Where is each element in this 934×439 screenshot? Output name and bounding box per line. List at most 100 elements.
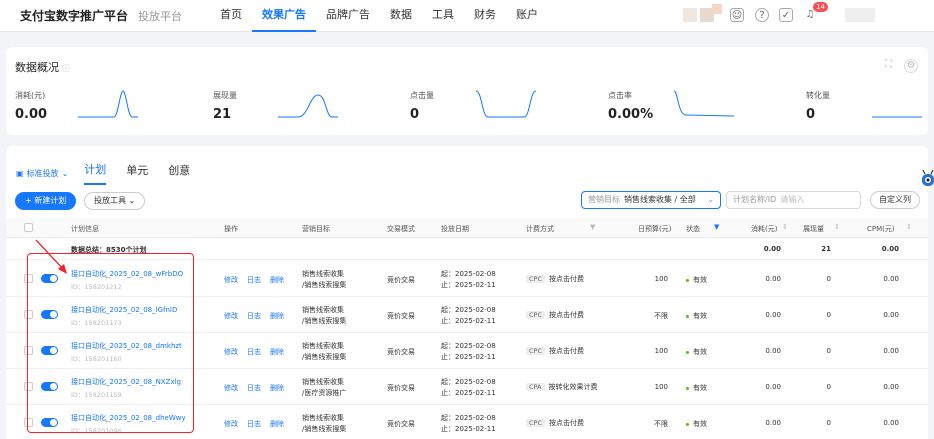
tab-unit[interactable]: 单元 bbox=[126, 162, 148, 184]
calendar-icon: ▣ bbox=[16, 168, 24, 178]
log-link[interactable]: 日志 bbox=[247, 347, 261, 357]
brand-title: 支付宝数字推广平台 bbox=[20, 9, 129, 23]
delete-link[interactable]: 删除 bbox=[270, 275, 284, 285]
trade-mode: 竞价交易 bbox=[387, 420, 415, 428]
daily-budget: 不限 bbox=[654, 312, 668, 320]
ad-tools-button[interactable]: 投放工具 ⌄ bbox=[84, 192, 146, 210]
status-toggle[interactable] bbox=[41, 310, 58, 319]
row-checkbox[interactable] bbox=[24, 274, 33, 283]
edit-link[interactable]: 修改 bbox=[224, 383, 238, 393]
edit-link[interactable]: 修改 bbox=[224, 311, 238, 321]
daily-budget: 100 bbox=[654, 347, 668, 355]
robot-assistant-icon[interactable] bbox=[920, 168, 934, 190]
tab-plan[interactable]: 计划 bbox=[84, 161, 107, 185]
plan-name-link[interactable]: 接口自动化_2025_02_08_NXZxlg bbox=[71, 377, 181, 387]
delete-link[interactable]: 删除 bbox=[270, 383, 284, 393]
plan-name-link[interactable]: 接口自动化_2025_02_08_dmkhzt bbox=[71, 341, 182, 351]
sort-icon[interactable]: ⇕ bbox=[906, 223, 912, 231]
status-dot-icon bbox=[686, 422, 689, 426]
select-all-checkbox[interactable] bbox=[24, 223, 33, 232]
filter-icon[interactable]: ▼ bbox=[590, 223, 595, 231]
chevron-down-icon: ⌄ bbox=[128, 196, 136, 205]
cost-value: 0.00 bbox=[765, 347, 781, 355]
goal-line1: 销售线索收集 bbox=[302, 414, 344, 422]
filter-icon[interactable]: ▼ bbox=[714, 223, 719, 231]
metric-conversions: 转化量 0 bbox=[806, 91, 830, 122]
metric-clicks: 点击量 0 bbox=[410, 91, 434, 122]
plan-id: ID：158201173 bbox=[71, 319, 122, 327]
blurred-username bbox=[845, 8, 875, 22]
status-toggle[interactable] bbox=[41, 382, 58, 391]
log-link[interactable]: 日志 bbox=[247, 383, 261, 393]
edit-link[interactable]: 修改 bbox=[224, 347, 238, 357]
annotation-arrow bbox=[35, 239, 67, 274]
fullscreen-icon[interactable]: ⛶ bbox=[885, 59, 892, 73]
data-overview-card: 数据概况 ⓘ ⛶ ⚙ 消耗(元) 0.00 展现量 21 点击量 0 点击率 0.… bbox=[6, 47, 928, 135]
table-row: 接口自动化_2025_02_08_dmkhzt ID：158201160 修改 日志删… bbox=[6, 333, 928, 369]
status-badge: 有效 bbox=[686, 383, 707, 393]
cpm-value: 0.00 bbox=[883, 383, 899, 391]
daily-budget: 不限 bbox=[654, 420, 668, 428]
status-badge: 有效 bbox=[686, 419, 707, 429]
table-row: 接口自动化_2025_02_08_wFrbDO ID：158201212 修改 日志删… bbox=[6, 261, 928, 297]
nav-brand-ads[interactable]: 品牌广告 bbox=[316, 0, 380, 32]
plan-list-card: ▣ 标准投放 ⌄ 计划 单元 创意 + 新建计划 投放工具 ⌄ 营销目标 销售线索收集… bbox=[6, 146, 928, 439]
task-icon[interactable]: ✓ bbox=[779, 8, 793, 22]
chevron-down-icon: ⌄ bbox=[61, 168, 69, 178]
start-date: 起：2025-02-08 bbox=[441, 342, 496, 350]
settings-icon[interactable]: ⚙ bbox=[904, 59, 918, 73]
sparkline-clicks bbox=[476, 90, 537, 118]
billing-tag: CPC bbox=[526, 419, 545, 427]
row-checkbox[interactable] bbox=[24, 382, 33, 391]
status-toggle[interactable] bbox=[41, 346, 58, 355]
delete-link[interactable]: 删除 bbox=[270, 311, 284, 321]
start-date: 起：2025-02-08 bbox=[441, 270, 496, 278]
start-date: 起：2025-02-08 bbox=[441, 378, 496, 386]
nav-account[interactable]: 账户 bbox=[506, 0, 548, 32]
status-dot-icon bbox=[686, 350, 689, 354]
custom-columns-button[interactable]: 自定义列 bbox=[870, 191, 920, 209]
summary-row: 数据总结：8530个计划 0.00 21 0.00 bbox=[6, 238, 928, 260]
sort-icon[interactable]: ⇕ bbox=[782, 223, 788, 231]
cost-value: 0.00 bbox=[765, 275, 781, 283]
marketing-goal-filter[interactable]: 营销目标 销售线索收集 / 全部 ⌄ bbox=[581, 191, 721, 209]
delete-link[interactable]: 删除 bbox=[270, 419, 284, 429]
plan-name-link[interactable]: 接口自动化_2025_02_08_wFrbDO bbox=[71, 269, 183, 279]
status-dot-icon bbox=[686, 278, 689, 282]
nav-performance-ads[interactable]: 效果广告 bbox=[252, 0, 317, 32]
sparkline-cost bbox=[78, 90, 138, 118]
nav-finance[interactable]: 财务 bbox=[464, 0, 506, 32]
plan-id: ID：158201096 bbox=[71, 427, 122, 435]
row-checkbox[interactable] bbox=[24, 310, 33, 319]
end-date: 止：2025-02-11 bbox=[441, 389, 496, 397]
billing-method: CPC 按点击付费 bbox=[526, 274, 584, 284]
cpm-value: 0.00 bbox=[883, 347, 899, 355]
row-checkbox[interactable] bbox=[24, 418, 33, 427]
row-checkbox[interactable] bbox=[24, 346, 33, 355]
edit-link[interactable]: 修改 bbox=[224, 419, 238, 429]
log-link[interactable]: 日志 bbox=[247, 419, 261, 429]
new-plan-button[interactable]: + 新建计划 bbox=[15, 192, 77, 210]
status-toggle[interactable] bbox=[41, 418, 58, 427]
tab-creative[interactable]: 创意 bbox=[168, 162, 190, 184]
sort-icon[interactable]: ⇕ bbox=[834, 223, 840, 231]
plan-name-link[interactable]: 接口自动化_2025_02_08_lGfnID bbox=[71, 305, 177, 315]
metric-cost: 消耗(元) 0.00 bbox=[15, 91, 48, 122]
nav-data[interactable]: 数据 bbox=[380, 0, 422, 32]
help-icon[interactable]: ? bbox=[755, 8, 769, 22]
edit-link[interactable]: 修改 bbox=[224, 275, 238, 285]
nav-tools[interactable]: 工具 bbox=[422, 0, 464, 32]
plan-name-link[interactable]: 接口自动化_2025_02_08_dheWwy bbox=[71, 413, 186, 423]
metric-impressions: 展现量 21 bbox=[213, 91, 237, 122]
log-link[interactable]: 日志 bbox=[247, 275, 261, 285]
goal-line2: /销售线索搜集 bbox=[302, 353, 347, 361]
impression-value: 0 bbox=[826, 347, 831, 355]
delete-link[interactable]: 删除 bbox=[270, 347, 284, 357]
log-link[interactable]: 日志 bbox=[247, 311, 261, 321]
end-date: 止：2025-02-11 bbox=[441, 317, 496, 325]
billing-tag: CPA bbox=[526, 383, 545, 391]
ad-type-select[interactable]: ▣ 标准投放 ⌄ bbox=[16, 168, 68, 179]
plan-search-input[interactable]: 计划名称/ID 请输入 bbox=[726, 191, 861, 209]
message-icon[interactable]: ☺ bbox=[730, 8, 744, 22]
nav-home[interactable]: 首页 bbox=[210, 0, 252, 32]
